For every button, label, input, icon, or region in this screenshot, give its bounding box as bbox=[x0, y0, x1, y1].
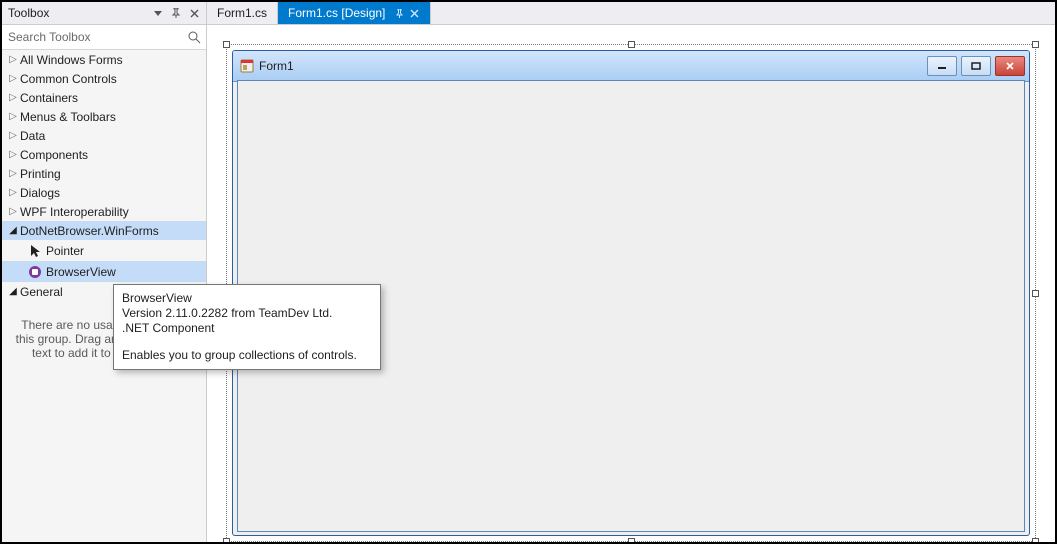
toolbox-category[interactable]: ▷Components bbox=[2, 145, 206, 164]
chevron-right-icon: ▷ bbox=[8, 111, 18, 122]
item-label: Pointer bbox=[46, 244, 84, 258]
form-icon bbox=[239, 58, 255, 74]
pointer-icon bbox=[26, 243, 44, 259]
toolbox-category[interactable]: ▷Containers bbox=[2, 88, 206, 107]
category-label: Dialogs bbox=[20, 186, 60, 200]
minimize-button[interactable] bbox=[927, 56, 957, 76]
chevron-right-icon: ▷ bbox=[8, 149, 18, 160]
category-label: Printing bbox=[20, 167, 61, 181]
chevron-down-icon: ◢ bbox=[8, 286, 18, 297]
tooltip-line: .NET Component bbox=[122, 321, 372, 336]
chevron-right-icon: ▷ bbox=[8, 168, 18, 179]
close-icon[interactable] bbox=[408, 9, 420, 18]
form-title: Form1 bbox=[259, 59, 927, 73]
document-tabstrip: Form1.cs Form1.cs [Design] bbox=[207, 2, 1055, 25]
resize-handle[interactable] bbox=[1032, 41, 1039, 48]
toolbox-item-pointer[interactable]: Pointer bbox=[2, 240, 206, 261]
chevron-right-icon: ▷ bbox=[8, 54, 18, 65]
resize-handle[interactable] bbox=[223, 538, 230, 542]
resize-handle[interactable] bbox=[628, 41, 635, 48]
toolbox-category[interactable]: ▷Menus & Toolbars bbox=[2, 107, 206, 126]
toolbox-category[interactable]: ▷All Windows Forms bbox=[2, 50, 206, 69]
pin-icon[interactable] bbox=[168, 5, 184, 21]
close-button[interactable] bbox=[995, 56, 1025, 76]
toolbox-category[interactable]: ▷Dialogs bbox=[2, 183, 206, 202]
tooltip-description: Enables you to group collections of cont… bbox=[122, 348, 372, 363]
chevron-right-icon: ▷ bbox=[8, 92, 18, 103]
category-label: DotNetBrowser.WinForms bbox=[20, 224, 159, 238]
toolbox-category[interactable]: ◢DotNetBrowser.WinForms bbox=[2, 221, 206, 240]
resize-handle[interactable] bbox=[1032, 290, 1039, 297]
tab-label: Form1.cs [Design] bbox=[288, 6, 385, 20]
tab-form1-cs[interactable]: Form1.cs bbox=[207, 2, 278, 24]
toolbox-title: Toolbox bbox=[8, 6, 148, 20]
chevron-right-icon: ▷ bbox=[8, 206, 18, 217]
chevron-down-icon: ◢ bbox=[8, 225, 18, 236]
tooltip: BrowserView Version 2.11.0.2282 from Tea… bbox=[113, 284, 381, 370]
toolbox-category[interactable]: ▷Printing bbox=[2, 164, 206, 183]
category-label: Common Controls bbox=[20, 72, 117, 86]
chevron-right-icon: ▷ bbox=[8, 73, 18, 84]
category-label: WPF Interoperability bbox=[20, 205, 129, 219]
item-label: BrowserView bbox=[46, 265, 116, 279]
window-dropdown-icon[interactable] bbox=[150, 5, 166, 21]
tab-form1-design[interactable]: Form1.cs [Design] bbox=[278, 2, 431, 24]
close-icon[interactable] bbox=[186, 5, 202, 21]
toolbox-search bbox=[2, 25, 206, 50]
toolbox-category[interactable]: ▷WPF Interoperability bbox=[2, 202, 206, 221]
toolbox-item-browserview[interactable]: BrowserView bbox=[2, 261, 206, 282]
category-label: Data bbox=[20, 129, 45, 143]
maximize-button[interactable] bbox=[961, 56, 991, 76]
toolbox-header: Toolbox bbox=[2, 2, 206, 25]
tooltip-title: BrowserView bbox=[122, 291, 372, 306]
chevron-right-icon: ▷ bbox=[8, 187, 18, 198]
chevron-right-icon: ▷ bbox=[8, 130, 18, 141]
category-label: Containers bbox=[20, 91, 78, 105]
category-label: Menus & Toolbars bbox=[20, 110, 116, 124]
component-icon bbox=[26, 264, 44, 280]
pin-icon[interactable] bbox=[393, 9, 405, 18]
resize-handle[interactable] bbox=[223, 41, 230, 48]
resize-handle[interactable] bbox=[628, 538, 635, 542]
category-label: Components bbox=[20, 148, 88, 162]
search-input[interactable] bbox=[2, 25, 206, 49]
toolbox-category[interactable]: ▷Data bbox=[2, 126, 206, 145]
tab-label: Form1.cs bbox=[217, 6, 267, 20]
toolbox-panel: Toolbox ▷All Windows Forms ▷Common Contr… bbox=[2, 2, 207, 542]
form-titlebar[interactable]: Form1 bbox=[233, 51, 1029, 82]
toolbox-category[interactable]: ▷Common Controls bbox=[2, 69, 206, 88]
resize-handle[interactable] bbox=[1032, 538, 1039, 542]
tooltip-line: Version 2.11.0.2282 from TeamDev Ltd. bbox=[122, 306, 372, 321]
category-label: All Windows Forms bbox=[20, 53, 123, 67]
category-label: General bbox=[20, 285, 63, 299]
